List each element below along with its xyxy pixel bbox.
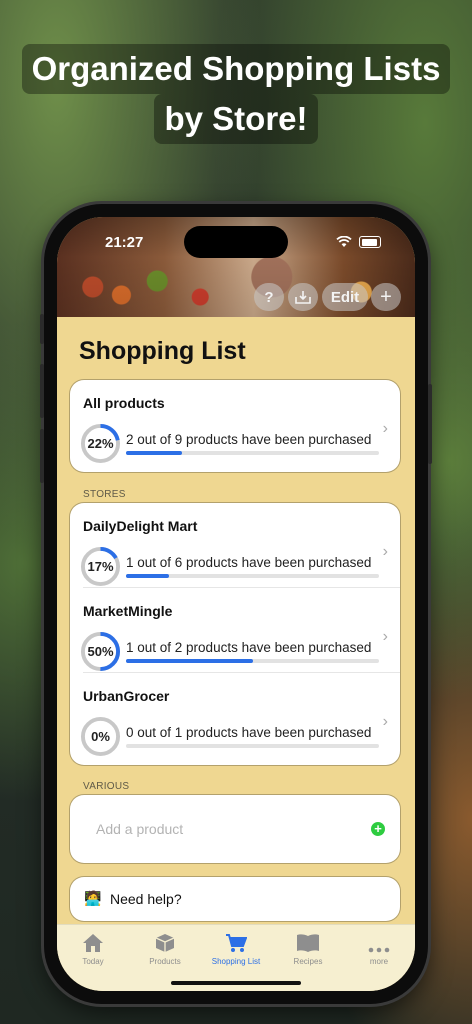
phone-frame: 21:27 ? Edit + Shopping List All product… bbox=[40, 204, 432, 1004]
cube-icon bbox=[155, 934, 175, 952]
chevron-right-icon: › bbox=[382, 543, 388, 560]
percent-label: 0% bbox=[91, 729, 110, 744]
progress-bar-fill bbox=[126, 659, 253, 663]
book-icon bbox=[297, 934, 319, 952]
percent-label: 17% bbox=[87, 559, 114, 574]
cart-icon bbox=[226, 934, 247, 952]
promo-headline: Organized Shopping Lists by Store! bbox=[0, 44, 472, 144]
add-button[interactable]: + bbox=[371, 283, 401, 311]
row-title: All products bbox=[83, 395, 165, 411]
progress-bar bbox=[126, 659, 379, 663]
section-stores-header: STORES bbox=[83, 489, 126, 500]
tab-label: Recipes bbox=[293, 957, 323, 966]
status-time: 21:27 bbox=[105, 234, 144, 251]
tab-recipes[interactable]: Recipes bbox=[272, 925, 344, 966]
all-products-row[interactable]: All products 22% 2 out of 9 products hav… bbox=[70, 380, 400, 472]
store-name: DailyDelight Mart bbox=[83, 518, 198, 534]
ellipsis-icon bbox=[368, 947, 390, 953]
volume-down-button bbox=[40, 429, 44, 483]
tray-download-icon bbox=[295, 290, 311, 304]
edit-button[interactable]: Edit bbox=[322, 283, 368, 311]
page-title: Shopping List bbox=[79, 337, 246, 365]
help-card[interactable]: 🧑‍💻 Need help? bbox=[70, 877, 400, 921]
section-various-header: VARIOUS bbox=[83, 781, 130, 792]
progress-text: 1 out of 6 products have been purchased bbox=[126, 555, 372, 570]
various-card: Add a product + bbox=[70, 795, 400, 863]
progress-text: 1 out of 2 products have been purchased bbox=[126, 640, 372, 655]
store-name: UrbanGrocer bbox=[83, 688, 170, 704]
progress-bar bbox=[126, 574, 379, 578]
headline-line-1: Organized Shopping Lists bbox=[21, 44, 451, 94]
all-products-card[interactable]: All products 22% 2 out of 9 products hav… bbox=[70, 380, 400, 472]
progress-bar-fill bbox=[126, 451, 182, 455]
dynamic-island bbox=[184, 226, 288, 258]
percent-label: 22% bbox=[87, 436, 114, 451]
tab-label: Today bbox=[82, 957, 104, 966]
tab-label: Shopping List bbox=[211, 957, 261, 966]
percent-label: 50% bbox=[87, 644, 114, 659]
tab-shopping-list[interactable]: Shopping List bbox=[200, 925, 272, 966]
tab-label: Products bbox=[149, 957, 181, 966]
need-help-label: Need help? bbox=[110, 891, 182, 907]
progress-text: 0 out of 1 products have been purchased bbox=[126, 725, 372, 740]
power-button bbox=[428, 384, 432, 464]
person-at-laptop-icon: 🧑‍💻 bbox=[84, 890, 102, 906]
tab-products[interactable]: Products bbox=[129, 925, 201, 966]
chevron-right-icon: › bbox=[382, 628, 388, 645]
wifi-icon bbox=[336, 236, 352, 247]
house-icon bbox=[83, 934, 103, 952]
tab-today[interactable]: Today bbox=[57, 925, 129, 966]
store-row[interactable]: DailyDelight Mart 17% 1 out of 6 product… bbox=[70, 503, 400, 588]
store-row[interactable]: UrbanGrocer 0% 0 out of 1 products have … bbox=[70, 673, 400, 758]
add-product-plus-icon[interactable]: + bbox=[371, 822, 385, 836]
home-indicator bbox=[171, 981, 301, 985]
import-button[interactable] bbox=[288, 283, 318, 311]
battery-icon bbox=[359, 236, 381, 248]
chevron-right-icon: › bbox=[382, 713, 388, 730]
progress-text: 2 out of 9 products have been purchased bbox=[126, 432, 372, 447]
stores-card: DailyDelight Mart 17% 1 out of 6 product… bbox=[70, 503, 400, 765]
progress-bar bbox=[126, 744, 379, 748]
tab-more[interactable]: more bbox=[343, 925, 415, 966]
app-screen: 21:27 ? Edit + Shopping List All product… bbox=[57, 217, 415, 991]
progress-bar-fill bbox=[126, 574, 169, 578]
tab-label: more bbox=[369, 957, 389, 966]
progress-bar bbox=[126, 451, 379, 455]
chevron-right-icon: › bbox=[382, 420, 388, 437]
store-row[interactable]: MarketMingle 50% 1 out of 2 products hav… bbox=[70, 588, 400, 673]
volume-up-button bbox=[40, 364, 44, 418]
headline-line-2: by Store! bbox=[154, 94, 318, 144]
silent-switch bbox=[40, 314, 44, 344]
help-button[interactable]: ? bbox=[254, 283, 284, 311]
add-product-input[interactable]: Add a product bbox=[96, 821, 183, 837]
store-name: MarketMingle bbox=[83, 603, 173, 619]
